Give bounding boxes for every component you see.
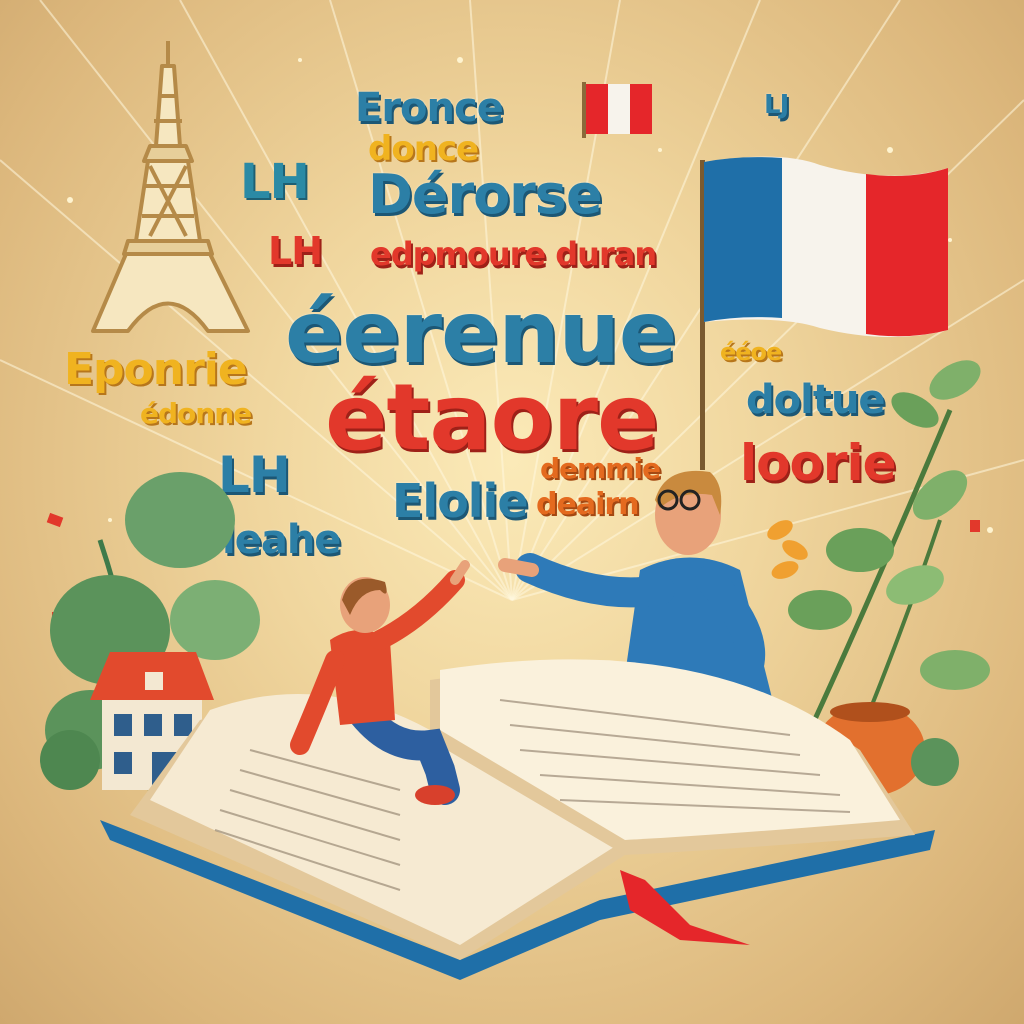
word-lh-2: LH bbox=[268, 229, 323, 273]
illustration-scene: Eronce donce LH Dérorse LH edpmoure dura… bbox=[0, 0, 1024, 1024]
small-flag-icon bbox=[582, 82, 652, 138]
word-edonne: édonne bbox=[140, 397, 252, 430]
child-figure bbox=[290, 560, 470, 805]
word-lh-1: LH bbox=[240, 154, 310, 210]
word-donce: donce bbox=[368, 129, 479, 169]
word-eronce: Eronce bbox=[355, 85, 504, 131]
eiffel-tower-icon bbox=[91, 41, 250, 333]
open-book-icon bbox=[100, 659, 935, 980]
word-edpmoure: edpmoure duran bbox=[370, 235, 657, 273]
word-eponrie: Eponrie bbox=[64, 344, 248, 395]
word-derorse: Dérorse bbox=[368, 163, 603, 226]
word-lj: LJ bbox=[764, 90, 789, 120]
word-etaore: étaore bbox=[325, 364, 659, 471]
